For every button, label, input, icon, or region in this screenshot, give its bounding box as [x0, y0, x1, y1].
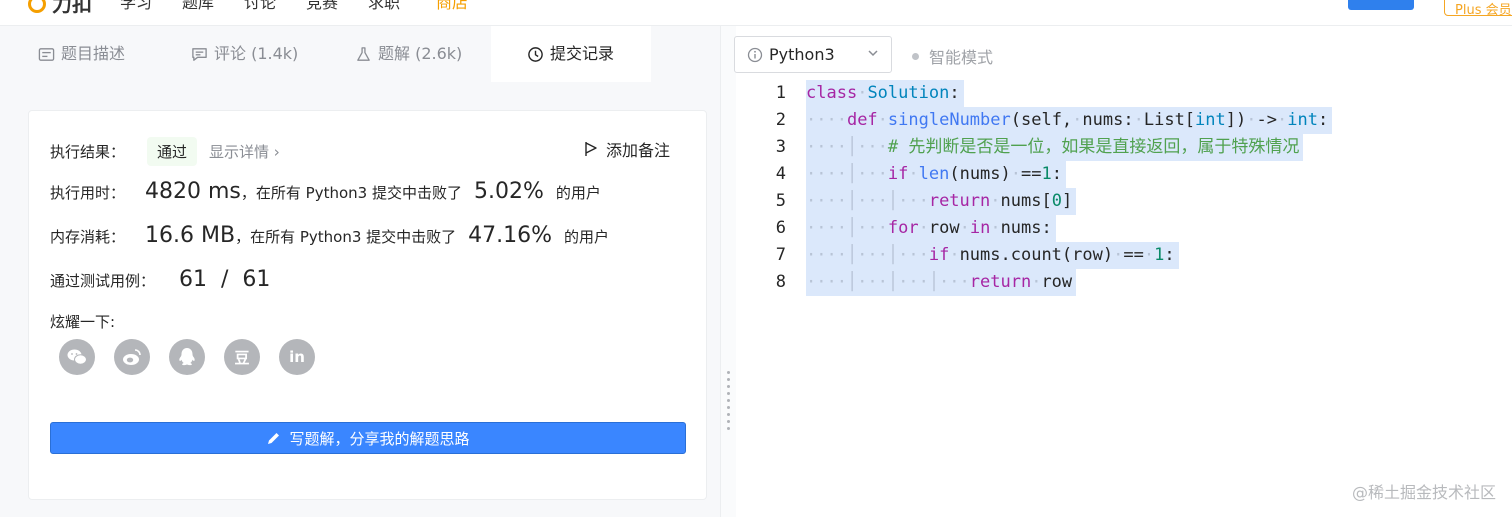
line-number: 7 — [775, 245, 786, 265]
memory-text: ，在所有 Python3 提交中击败了 — [235, 228, 457, 246]
exec-result-row: 执行结果： 通过 显示详情 › — [50, 137, 280, 166]
code-area[interactable]: 1 2 3 4 5 6 7 8 class·Solution: ····def·… — [736, 80, 1512, 517]
code-line: ····def·singleNumber(self,·nums:·List[in… — [806, 107, 1333, 134]
douban-glyph: 豆 — [234, 348, 250, 367]
runtime-value: 4820 ms — [145, 179, 241, 204]
douban-icon[interactable]: 豆 — [224, 339, 260, 375]
logo[interactable]: 力扣 — [28, 0, 92, 17]
smart-mode-toggle[interactable]: 智能模式 — [912, 44, 993, 68]
line-number: 5 — [775, 191, 786, 211]
share-label: 炫耀一下: — [50, 313, 116, 331]
show-details-link[interactable]: 显示详情 › — [209, 141, 280, 162]
leetcode-logo-icon — [28, 0, 46, 13]
nav-item-contest[interactable]: 竞赛 — [306, 0, 338, 13]
flask-icon — [357, 46, 370, 61]
runtime-suffix: 的用户 — [555, 184, 601, 202]
nav-item-discuss[interactable]: 讨论 — [244, 0, 276, 13]
weibo-icon[interactable] — [114, 339, 150, 375]
code-line: ····│···│···if·nums.count(row)·==·1: — [806, 242, 1179, 269]
runtime-row: 执行用时： 4820 ms ，在所有 Python3 提交中击败了 5.02% … — [50, 179, 601, 204]
line-number: 4 — [775, 164, 786, 184]
clock-icon — [528, 46, 543, 62]
smart-mode-dot-icon — [912, 52, 919, 60]
notification-tab[interactable] — [1348, 0, 1414, 10]
line-number: 2 — [775, 110, 786, 130]
line-number: 8 — [775, 272, 786, 292]
memory-percentile: 47.16% — [468, 223, 553, 248]
write-solution-button[interactable]: 写题解，分享我的解题思路 — [50, 422, 686, 454]
comment-icon — [192, 47, 207, 61]
testcases-row: 通过测试用例： 61 / 61 — [50, 267, 270, 292]
testcases-value: 61 / 61 — [179, 267, 271, 292]
linkedin-glyph: in — [289, 348, 305, 366]
panel-tabs: 题目描述 评论 (1.4k) 题解 (2.6k) 提交记录 — [0, 26, 720, 82]
code-line: ····│···│···│···return·row — [806, 269, 1077, 296]
tab-description[interactable]: 题目描述 — [38, 26, 125, 82]
exec-result-label: 执行结果： — [50, 143, 126, 161]
code-line: class·Solution: — [806, 80, 964, 107]
tab-solutions[interactable]: 题解 (2.6k) — [355, 26, 462, 82]
description-icon — [38, 47, 55, 61]
problem-panel: 题目描述 评论 (1.4k) 题解 (2.6k) 提交记录 执行结果： 通过 显… — [0, 26, 720, 517]
write-solution-label: 写题解，分享我的解题思路 — [289, 429, 470, 448]
top-navbar: 力扣 学习 题库 讨论 竞赛 求职 商店 Plus 会员 — [0, 0, 1512, 26]
code-line: ····│···# 先判断是否是一位，如果是直接返回，属于特殊情况 — [806, 134, 1304, 161]
language-select[interactable]: Python3 — [734, 36, 892, 73]
drag-handle-icon — [727, 371, 730, 434]
memory-label: 内存消耗： — [50, 228, 126, 246]
add-note-button[interactable]: 添加备注 — [584, 137, 670, 161]
nav-item-problems[interactable]: 题库 — [182, 0, 214, 13]
line-number: 6 — [775, 218, 786, 238]
tab-label: 评论 (1.4k) — [214, 44, 299, 63]
tab-comments[interactable]: 评论 (1.4k) — [191, 26, 298, 82]
memory-row: 内存消耗： 16.6 MB ，在所有 Python3 提交中击败了 47.16%… — [50, 223, 609, 248]
wechat-icon[interactable] — [59, 339, 95, 375]
plus-member-button[interactable]: Plus 会员 — [1444, 0, 1512, 18]
submission-result-card: 执行结果： 通过 显示详情 › 添加备注 执行用时： 4820 ms ，在所有 … — [28, 110, 707, 500]
nav-item-jobs[interactable]: 求职 — [368, 0, 400, 13]
line-number: 1 — [775, 83, 786, 103]
panel-resizer[interactable] — [720, 26, 736, 517]
code-editor-panel: Python3 智能模式 1 2 3 4 5 6 7 8 class·Solut… — [734, 26, 1512, 517]
memory-suffix: 的用户 — [564, 228, 610, 246]
runtime-text: ，在所有 Python3 提交中击败了 — [240, 184, 462, 202]
line-number: 3 — [775, 137, 786, 157]
language-value: Python3 — [769, 45, 835, 64]
share-icons: 豆 in — [59, 339, 315, 375]
tab-label: 题解 (2.6k) — [378, 44, 463, 63]
watermark: @稀土掘金技术社区 — [1351, 483, 1496, 502]
flag-icon — [585, 142, 597, 156]
nav-item-store[interactable]: 商店 — [436, 0, 468, 13]
info-icon — [747, 47, 763, 62]
testcases-label: 通过测试用例： — [50, 272, 156, 290]
code-line: ····│···│···return·nums[0] — [806, 188, 1077, 215]
share-row: 炫耀一下: — [50, 311, 115, 332]
code-line: ····│···for·row·in·nums: — [806, 215, 1056, 242]
smart-mode-label: 智能模式 — [929, 48, 994, 67]
nav-item-learn[interactable]: 学习 — [120, 0, 152, 13]
memory-value: 16.6 MB — [145, 223, 236, 248]
tab-label: 题目描述 — [61, 44, 126, 63]
tab-label: 提交记录 — [550, 44, 615, 63]
pencil-icon — [268, 432, 280, 444]
runtime-percentile: 5.02% — [473, 179, 544, 204]
runtime-label: 执行用时： — [50, 184, 126, 202]
status-badge: 通过 — [147, 137, 198, 166]
qq-icon[interactable] — [169, 339, 205, 375]
add-note-label: 添加备注 — [605, 141, 670, 160]
tab-submissions[interactable]: 提交记录 — [491, 26, 651, 82]
linkedin-icon[interactable]: in — [279, 339, 315, 375]
chevron-down-icon — [867, 47, 879, 62]
code-line: ····│···if·len(nums)·==1: — [806, 161, 1066, 188]
